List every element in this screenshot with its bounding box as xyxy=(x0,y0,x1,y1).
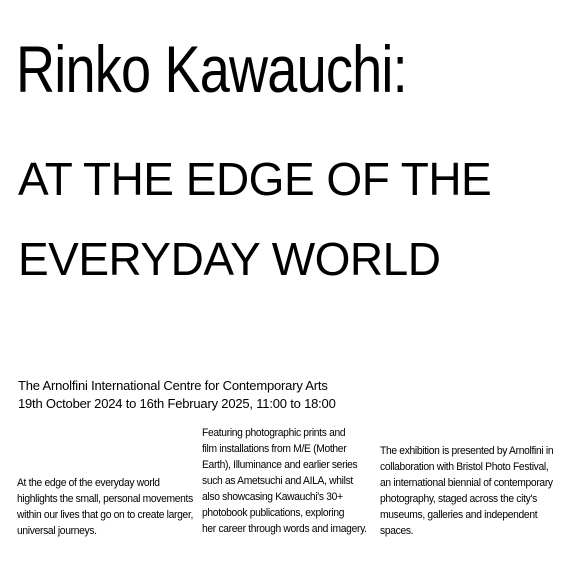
description-column-1: At the edge of the everyday world highli… xyxy=(17,475,193,539)
exhibition-title-line-2: EVERYDAY WORLD xyxy=(18,233,441,285)
column-1-line: within our lives that go on to create la… xyxy=(17,509,194,521)
exhibition-poster: Rinko Kawauchi: AT THE EDGE OF THE EVERY… xyxy=(0,0,567,567)
venue-text: The Arnolfini International Centre for C… xyxy=(18,378,328,393)
column-3-line: The exhibition is presented by Arnolfini… xyxy=(380,445,554,457)
description-column-3: The exhibition is presented by Arnolfini… xyxy=(380,443,554,539)
dates-text: 19th October 2024 to 16th February 2025,… xyxy=(18,396,336,411)
column-3-line: spaces. xyxy=(380,525,414,537)
column-1-line: universal journeys. xyxy=(17,525,97,537)
column-2-line: photobook publications, exploring xyxy=(202,507,345,519)
artist-name-heading: Rinko Kawauchi: xyxy=(16,32,408,106)
column-3-line: photography, staged across the city's xyxy=(380,493,537,505)
column-2-line: also showcasing Kawauchi's 30+ xyxy=(202,491,343,503)
column-3-line: museums, galleries and independent xyxy=(380,509,538,521)
column-3-line: an international biennial of contemporar… xyxy=(380,477,553,489)
description-column-2: Featuring photographic prints and film i… xyxy=(202,425,367,537)
column-3-line: collaboration with Bristol Photo Festiva… xyxy=(380,461,549,473)
column-1-line: highlights the small, personal movements xyxy=(17,493,193,505)
column-2-line: Featuring photographic prints and xyxy=(202,427,346,439)
exhibition-title-line-1: AT THE EDGE OF THE xyxy=(18,153,492,205)
column-2-line: her career through words and imagery. xyxy=(202,523,367,535)
column-2-line: such as Ametsuchi and AILA, whilst xyxy=(202,475,353,487)
column-2-line: Earth), Illuminance and earlier series xyxy=(202,459,358,471)
column-1-line: At the edge of the everyday world xyxy=(17,477,160,489)
column-2-line: film installations from M/E (Mother xyxy=(202,443,347,455)
